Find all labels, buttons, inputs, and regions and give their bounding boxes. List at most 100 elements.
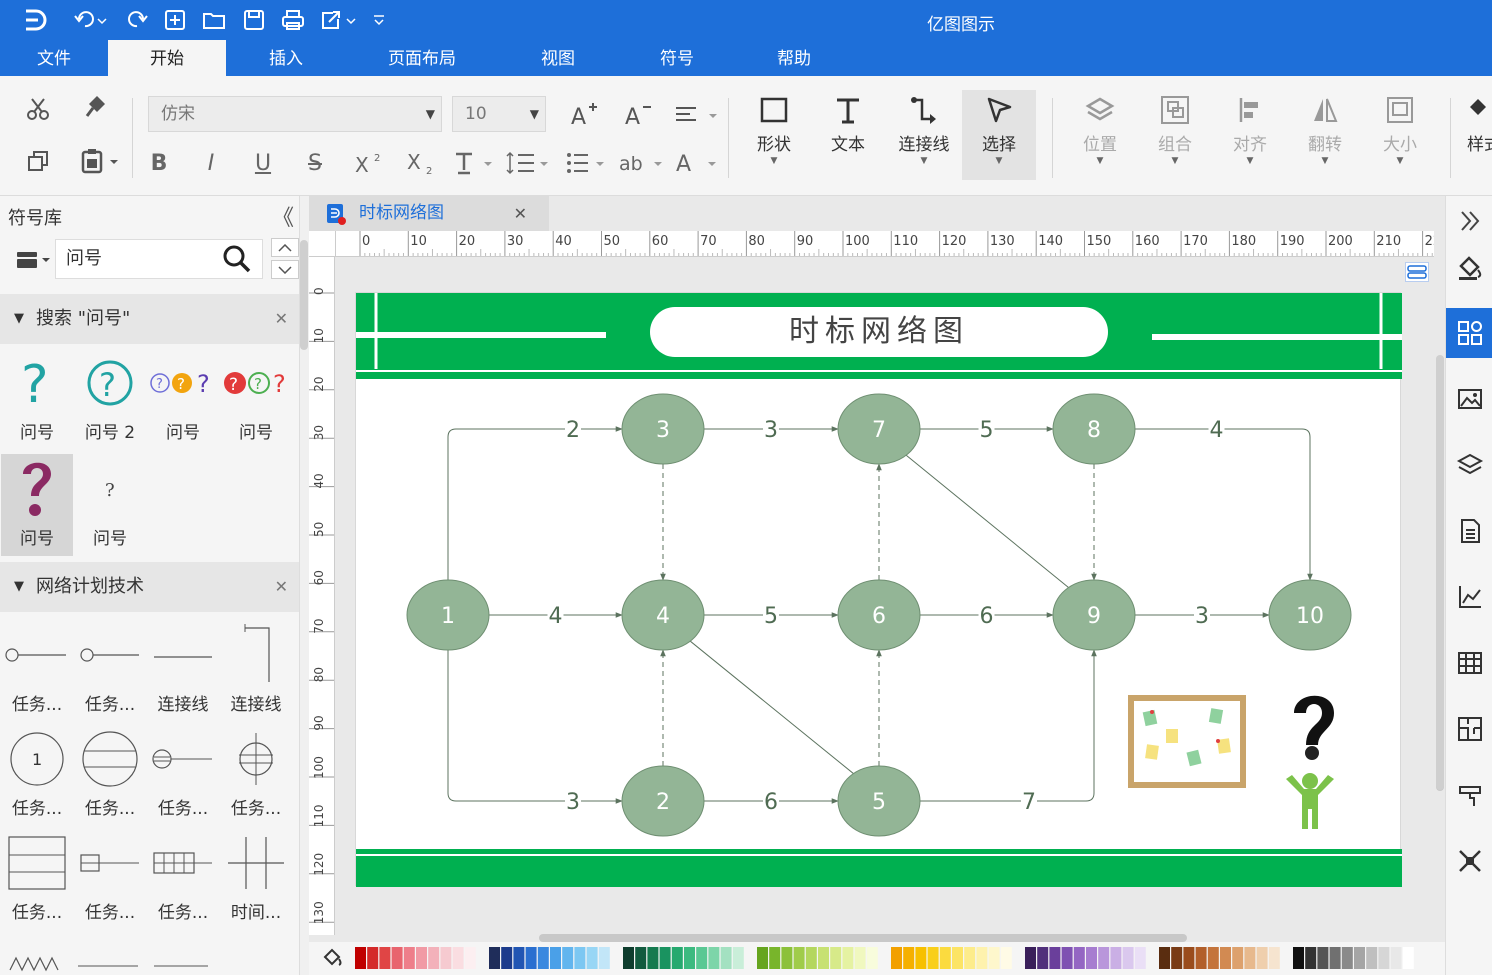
superscript-icon[interactable]: X2 [352,148,386,178]
format-painter-icon[interactable] [78,92,114,122]
color-swatch[interactable] [416,947,427,969]
color-swatch[interactable] [1220,947,1231,969]
color-swatch[interactable] [1025,947,1036,969]
color-swatch[interactable] [1354,947,1365,969]
edge-duration-label[interactable]: 3 [566,790,580,815]
symbol-item[interactable]: 时间... [220,828,292,930]
color-swatch[interactable] [1378,947,1390,969]
decrease-font-icon[interactable]: A [620,98,656,130]
edge-duration-label[interactable]: 4 [549,604,563,629]
color-swatch[interactable] [1244,947,1256,969]
section-network-planning[interactable]: ▼ 网络计划技术 ✕ [0,562,299,612]
color-swatch[interactable] [793,947,805,969]
color-swatch[interactable] [1341,947,1353,969]
edge-arrow[interactable] [447,650,623,804]
menu-page-layout[interactable]: 页面布局 [346,40,498,76]
increase-font-icon[interactable]: A [566,98,602,130]
color-swatch[interactable] [1390,947,1402,969]
flip-button[interactable]: 翻转 ▼ [1289,90,1361,180]
size-button[interactable]: 大小 ▼ [1364,90,1436,180]
copy-icon[interactable] [20,146,56,176]
symbol-item[interactable]: 任务... [147,724,219,826]
color-swatch[interactable] [720,947,732,969]
bold-icon[interactable]: B [144,148,174,178]
style-button[interactable]: 样式 [1460,90,1492,180]
close-icon[interactable]: ✕ [275,294,288,344]
color-swatch[interactable] [757,947,768,969]
edge-arrow[interactable] [920,649,1097,802]
color-swatch[interactable] [635,947,647,969]
format-painter-icon[interactable] [1446,770,1492,820]
menu-help[interactable]: 帮助 [736,40,852,76]
edge-arrow[interactable] [447,426,623,580]
color-swatch[interactable] [489,947,500,969]
text-align-icon[interactable] [672,100,720,130]
color-swatch[interactable] [562,947,574,969]
color-swatch[interactable] [1000,947,1012,969]
color-swatch[interactable] [1086,947,1097,969]
line-spacing-icon[interactable] [504,148,550,178]
color-swatch[interactable] [830,947,842,969]
color-swatch[interactable] [915,947,927,969]
layers-icon[interactable] [1446,440,1492,490]
font-color-icon[interactable]: A [674,148,720,178]
color-swatch[interactable] [976,947,988,969]
font-size-select[interactable]: 10 ▼ [452,96,546,132]
text-button[interactable]: 文本 [812,90,884,180]
symbol-item[interactable]: ? 问号 [1,348,73,450]
color-swatch[interactable] [537,947,549,969]
color-swatch[interactable] [1098,947,1110,969]
underline-icon[interactable]: U [248,148,278,178]
color-swatch[interactable] [1159,947,1170,969]
symbol-item[interactable]: 任务... [74,828,146,930]
cut-icon[interactable] [20,94,56,124]
collapse-panel-icon[interactable]: 《 [272,200,294,232]
color-swatch[interactable] [927,947,939,969]
italic-icon[interactable]: I [196,148,226,178]
image-icon[interactable] [1446,374,1492,424]
edge-duration-label[interactable]: 5 [980,418,994,443]
color-swatch[interactable] [769,947,781,969]
edge-duration-label[interactable]: 2 [566,418,580,443]
close-icon[interactable]: ✕ [275,562,288,612]
color-swatch[interactable] [1293,947,1304,969]
color-swatch[interactable] [647,947,659,969]
symbol-item[interactable]: 1 任务... [1,724,73,826]
color-swatch[interactable] [1268,947,1280,969]
library-scrollbar[interactable] [300,240,308,350]
color-swatch[interactable] [367,947,379,969]
color-swatch[interactable] [513,947,525,969]
symbol-item[interactable]: 连接线 [220,620,292,722]
color-swatch[interactable] [696,947,708,969]
symbol-item[interactable]: 任务... [147,828,219,930]
color-swatch[interactable] [1329,947,1341,969]
expand-panel-icon[interactable] [1446,196,1492,246]
text-style-icon[interactable] [452,148,496,178]
horizontal-scrollbar[interactable] [539,934,1187,942]
color-swatch[interactable] [464,947,476,969]
color-swatch[interactable] [452,947,464,969]
edge-arrow[interactable] [900,450,1078,595]
edge-duration-label[interactable]: 3 [764,418,778,443]
color-swatch[interactable] [501,947,513,969]
color-swatch[interactable] [1317,947,1329,969]
color-swatch[interactable] [598,947,610,969]
color-swatch[interactable] [525,947,537,969]
menu-symbols[interactable]: 符号 [618,40,736,76]
menu-view[interactable]: 视图 [498,40,618,76]
color-swatch[interactable] [355,947,366,969]
symbol-item[interactable]: ??? 问号 [220,348,292,450]
person-icon[interactable] [1286,773,1334,829]
color-swatch[interactable] [781,947,793,969]
edge-duration-label[interactable]: 6 [764,790,778,815]
symbol-item[interactable]: 任务... [1,828,73,930]
symbol-item[interactable]: 任务... [74,724,146,826]
library-menu-icon[interactable] [14,248,52,272]
color-swatch[interactable] [623,947,634,969]
color-swatch[interactable] [1061,947,1073,969]
color-swatch[interactable] [1366,947,1378,969]
search-icon[interactable] [222,244,252,288]
color-swatch[interactable] [732,947,744,969]
color-swatch[interactable] [952,947,963,969]
color-swatch[interactable] [903,947,915,969]
